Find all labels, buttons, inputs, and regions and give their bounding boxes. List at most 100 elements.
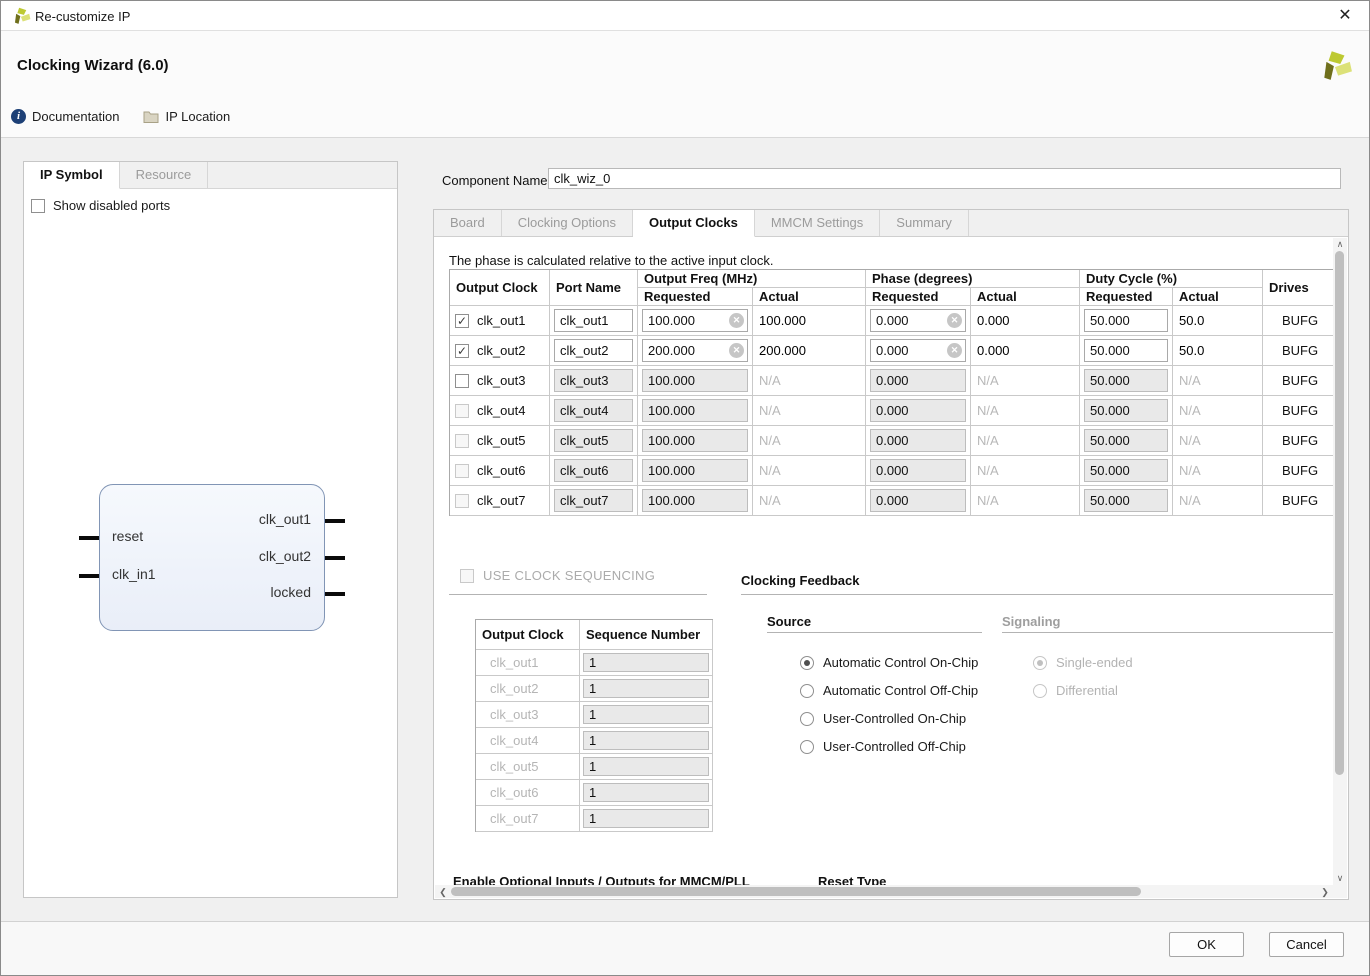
cancel-button[interactable]: Cancel xyxy=(1269,932,1344,957)
output-clock-checkbox[interactable]: ✓ xyxy=(455,344,469,358)
freq-requested-cell: 100.000 xyxy=(638,366,753,396)
radio-automatic-control-off-chip[interactable]: Automatic Control Off-Chip xyxy=(800,683,978,698)
radio-icon[interactable] xyxy=(800,684,814,698)
duty-requested-input[interactable]: 50.000 xyxy=(1084,309,1168,332)
duty-actual-value: N/A xyxy=(1173,366,1263,396)
phase-requested-input: 0.000 xyxy=(870,369,966,392)
tab-output-clocks[interactable]: Output Clocks xyxy=(633,210,755,237)
radio-label: User-Controlled Off-Chip xyxy=(823,739,966,754)
horizontal-scrollbar[interactable]: ❮ ❯ xyxy=(435,885,1333,898)
col-header-port-name: Port Name xyxy=(550,270,638,306)
freq-requested-input[interactable]: 200.000✕ xyxy=(642,339,748,362)
radio-label: Differential xyxy=(1056,683,1118,698)
freq-actual-value: N/A xyxy=(753,396,866,426)
scroll-right-icon[interactable]: ❯ xyxy=(1318,887,1332,898)
tab-mmcm-settings[interactable]: MMCM Settings xyxy=(755,210,880,236)
radio-icon[interactable] xyxy=(800,712,814,726)
component-name-input[interactable] xyxy=(548,168,1341,189)
scroll-down-icon[interactable]: ∨ xyxy=(1333,873,1347,884)
tab-board[interactable]: Board xyxy=(434,210,502,236)
phase-actual-value: N/A xyxy=(971,366,1080,396)
clock-enable-cell: clk_out6 xyxy=(450,456,550,486)
radio-user-controlled-on-chip[interactable]: User-Controlled On-Chip xyxy=(800,711,966,726)
duty-actual-value: N/A xyxy=(1173,396,1263,426)
ip-symbol-panel: IP SymbolResource Show disabled ports re… xyxy=(23,161,398,898)
freq-requested-input[interactable]: 100.000✕ xyxy=(642,309,748,332)
duty-requested-input[interactable]: 50.000 xyxy=(1084,339,1168,362)
input-port-label: clk_in1 xyxy=(112,566,156,582)
radio-label: Automatic Control On-Chip xyxy=(823,655,978,670)
freq-requested-cell: 100.000 xyxy=(638,486,753,516)
output-clock-checkbox[interactable]: ✓ xyxy=(455,314,469,328)
tab-resource[interactable]: Resource xyxy=(120,162,209,188)
radio-single-ended: Single-ended xyxy=(1033,655,1133,670)
ip-location-link[interactable]: IP Location xyxy=(143,109,230,124)
duty-requested-cell: 50.000 xyxy=(1080,486,1173,516)
divider xyxy=(767,632,982,633)
sequence-number-input: 1 xyxy=(583,731,709,750)
col-header-duty-cycle: Duty Cycle (%) xyxy=(1080,270,1263,288)
documentation-link[interactable]: i Documentation xyxy=(11,109,119,124)
duty-requested-input: 50.000 xyxy=(1084,459,1168,482)
port-name-input[interactable]: clk_out2 xyxy=(554,339,633,362)
clear-icon[interactable]: ✕ xyxy=(729,343,744,358)
output-clock-checkbox[interactable] xyxy=(455,374,469,388)
phase-requested-input[interactable]: 0.000✕ xyxy=(870,309,966,332)
output-clocks-table: Output ClockPort NameOutput Freq (MHz)Ph… xyxy=(449,269,1333,516)
recustomize-ip-dialog: Re-customize IP ✕ Clocking Wizard (6.0) … xyxy=(0,0,1370,976)
tab-clocking-options[interactable]: Clocking Options xyxy=(502,210,633,236)
output-clock-label: clk_out5 xyxy=(477,433,525,448)
output-clock-label: clk_out1 xyxy=(477,313,525,328)
documentation-label: Documentation xyxy=(32,109,119,124)
close-icon[interactable]: ✕ xyxy=(1334,5,1356,27)
col-subheader-actual: Actual xyxy=(753,288,866,306)
freq-actual-value: N/A xyxy=(753,456,866,486)
config-tabstrip: BoardClocking OptionsOutput ClocksMMCM S… xyxy=(434,210,1348,237)
ok-button[interactable]: OK xyxy=(1169,932,1244,957)
sequence-number-input: 1 xyxy=(583,783,709,802)
phase-requested-cell: 0.000✕ xyxy=(866,306,971,336)
port-name-input: clk_out3 xyxy=(554,369,633,392)
radio-differential: Differential xyxy=(1033,683,1118,698)
phase-actual-value: N/A xyxy=(971,486,1080,516)
radio-icon[interactable] xyxy=(800,740,814,754)
sequence-clock-label: clk_out1 xyxy=(476,650,580,676)
show-disabled-ports-checkbox[interactable] xyxy=(31,199,45,213)
duty-actual-value: 50.0 xyxy=(1173,336,1263,366)
clock-enable-cell: clk_out4 xyxy=(450,396,550,426)
phase-requested-input[interactable]: 0.000✕ xyxy=(870,339,966,362)
scroll-up-icon[interactable]: ∧ xyxy=(1333,239,1347,250)
horizontal-scroll-thumb[interactable] xyxy=(451,887,1141,896)
vertical-scroll-thumb[interactable] xyxy=(1335,251,1344,775)
phase-requested-input: 0.000 xyxy=(870,429,966,452)
radio-automatic-control-on-chip[interactable]: Automatic Control On-Chip xyxy=(800,655,978,670)
vertical-scrollbar[interactable]: ∧ ∨ xyxy=(1333,238,1347,885)
signaling-title: Signaling xyxy=(1002,614,1061,629)
clear-icon[interactable]: ✕ xyxy=(947,343,962,358)
radio-user-controlled-off-chip[interactable]: User-Controlled Off-Chip xyxy=(800,739,966,754)
freq-requested-input: 100.000 xyxy=(642,489,748,512)
duty-requested-input: 50.000 xyxy=(1084,429,1168,452)
drives-value: BUFG xyxy=(1263,366,1333,396)
tab-summary[interactable]: Summary xyxy=(880,210,969,236)
output-port-label: clk_out1 xyxy=(191,511,311,527)
phase-requested-input: 0.000 xyxy=(870,489,966,512)
sequence-number-input: 1 xyxy=(583,809,709,828)
phase-requested-cell: 0.000 xyxy=(866,486,971,516)
drives-value: BUFG xyxy=(1263,306,1333,336)
tab-ip-symbol[interactable]: IP Symbol xyxy=(24,162,120,189)
use-clock-sequencing-label: USE CLOCK SEQUENCING xyxy=(483,568,655,583)
duty-actual-value: 50.0 xyxy=(1173,306,1263,336)
port-name-cell: clk_out7 xyxy=(550,486,638,516)
port-stub xyxy=(325,519,345,523)
clear-icon[interactable]: ✕ xyxy=(729,313,744,328)
clear-icon[interactable]: ✕ xyxy=(947,313,962,328)
output-clock-label: clk_out6 xyxy=(477,463,525,478)
phase-requested-input: 0.000 xyxy=(870,459,966,482)
port-name-input[interactable]: clk_out1 xyxy=(554,309,633,332)
radio-icon[interactable] xyxy=(800,656,814,670)
scroll-left-icon[interactable]: ❮ xyxy=(436,887,450,898)
sequence-number-cell: 1 xyxy=(580,728,713,754)
radio-label: User-Controlled On-Chip xyxy=(823,711,966,726)
output-clock-label: clk_out4 xyxy=(477,403,525,418)
